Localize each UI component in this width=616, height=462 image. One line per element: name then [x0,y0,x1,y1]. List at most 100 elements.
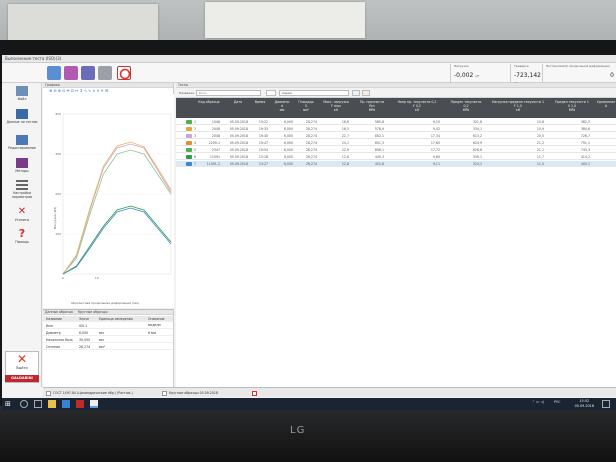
specimen-value: 6,000 [79,331,89,335]
doc-tab-method[interactable]: ГОСТ 1497-84 (Цилиндрические обр.) (Раст… [45,390,133,397]
cell-d: 6,000 [283,162,293,166]
col-code[interactable]: Код образца [198,100,220,104]
doc-tab-series[interactable]: Круглые образцы 05.09.2018 [161,390,218,397]
col-r1[interactable]: Предел текучести 10 1,0 MPa [550,100,594,112]
y-tick-label: 100 [55,232,61,236]
load-readout-unit: кН [475,74,480,78]
cell-r02: 613,2 [472,134,482,138]
sidebar-item-help[interactable]: ? Помощь [4,228,40,244]
col-date[interactable]: Дата [228,100,248,104]
table-row[interactable]: 7 11091-2 05.09.2018 13:27 6,000 28,274 12,8 45… [176,161,616,167]
row-number: 5 [194,148,197,152]
col-rm[interactable]: Пр. прочности Rm MPa [356,100,388,112]
row-number: 4 [194,141,197,145]
doc-tab-extra[interactable] [251,390,261,397]
print-icon[interactable] [352,90,360,96]
active-app-icon[interactable] [90,400,98,408]
cell-f1: 10,8 [536,120,544,124]
cell-rm: 578,9 [374,127,384,131]
col-time[interactable]: Время [250,100,270,104]
windows-taskbar: ⊞ ⌃ ▭ ◁) РУС 15:52 05.09.2018 [2,398,616,410]
sidebar-item-methods[interactable]: Методы [4,158,40,173]
cell-s: 28,274 [305,120,317,124]
table-row[interactable]: 5 2347 05.09.2018 19:54 6,000 28,274 22,9 808,1… [176,147,616,153]
language-indicator[interactable]: РУС [554,400,560,404]
sidebar-item-editing[interactable]: Редактирование [4,135,40,150]
cell-date: 05.09.2018 [229,134,248,138]
clock[interactable]: 15:52 05.09.2018 [575,399,594,408]
sidebar-item-label: Настройки параметров [11,191,33,199]
specimen-value: 28,274 [79,345,91,349]
cell-f02: 9,11 [432,162,440,166]
explorer-icon[interactable] [48,400,56,408]
col-f02[interactable]: Напр пр. текучести 0,2 F 0,2 кН [390,100,444,112]
cell-r02: 339,1 [472,155,482,159]
specimen-panel-header: Данные образца Круглые образцы [43,310,173,315]
sidebar-item-file[interactable]: Файл [4,86,40,101]
cell-code: 11091 [209,155,220,159]
table-row[interactable]: 1 1048 05.09.2018 19:22 6,000 28,274 16,6 585,8… [176,119,616,125]
row-number: 6 [194,155,197,159]
edge-icon[interactable] [62,400,70,408]
specimen-row[interactable]: Начальная база 30,000 мм [43,337,173,343]
cell-date: 05.09.2018 [229,127,248,131]
cell-f1: 21,2 [536,141,544,145]
filter-input[interactable]: Блок [196,90,261,96]
task-view-icon[interactable] [34,400,42,408]
specimen-icon[interactable] [64,66,78,80]
table-row[interactable]: 3 2048 05.09.2018 19:40 6,000 28,274 22,7 802,1… [176,133,616,139]
load-readout-label: Нагрузка [454,64,469,68]
main-toolbar: Нагрузка -0,002 кН Траверса -723,142 мм … [2,63,616,85]
grip-icon[interactable] [81,66,95,80]
zero-icon[interactable] [98,66,112,80]
sidebar-item-settings[interactable]: Настройки параметров [4,180,40,199]
export-icon[interactable] [362,90,370,96]
cell-fmax: 12,6 [341,155,349,159]
row-number: 7 [194,162,197,166]
filter-dropdown[interactable] [266,90,276,96]
specimen-row[interactable]: Имя ISV-1 [43,323,173,329]
specimen-row[interactable]: Диаметр 6,000 мм 6 мм [43,330,173,336]
start-test-icon[interactable] [47,66,61,80]
col-area[interactable]: Площадь Sмм² [295,100,317,112]
cell-rm: 445,3 [374,155,384,159]
series-select[interactable]: Серия [279,90,349,96]
wall-paper-left [8,4,158,40]
tests-panel: Тесты Название Блок Серия Код образца Да… [176,83,616,387]
cell-rm: 851,3 [374,141,384,145]
sidebar-item-label: Файл [17,97,27,101]
cell-f02: 17,72 [430,148,440,152]
table-row[interactable]: 6 11091 05.09.2018 13:18 6,000 28,274 12,6 445,… [176,154,616,160]
specimen-value: ISV-1 [79,324,88,328]
cell-r1: 726,7 [580,134,590,138]
table-row[interactable]: 2 2048 05.09.2018 19:33 6,000 28,274 16,5 578,9… [176,126,616,132]
cell-time: 13:18 [258,155,268,159]
cell-date: 05.09.2018 [229,162,248,166]
col-diameter[interactable]: Диаметр d мм [271,100,293,112]
row-number: 1 [194,120,197,124]
stop-icon[interactable] [117,66,131,80]
cell-rm: 452,8 [374,162,384,166]
sidebar-item-utilities[interactable]: ✕ Утилиты [4,207,40,223]
cell-date: 05.09.2018 [229,141,248,145]
specimen-row[interactable]: Сечение 28,274 мм² [43,344,173,350]
sidebar-item-test-data[interactable]: Данные по тестам [4,109,40,124]
search-icon[interactable] [20,400,28,408]
app-icon[interactable] [76,400,84,408]
windows-start-icon[interactable]: ⊞ [5,400,13,408]
col-r02[interactable]: Предел текучести 0,2 MPa [446,100,486,112]
specimen-type[interactable]: Круглые образцы [78,310,108,314]
cell-time: 19:33 [258,127,268,131]
cell-f1: 10,9 [536,127,544,131]
col-f1[interactable]: Нагрузка предела текучести 1F 1,0 кН [488,100,548,112]
col-fmax[interactable]: Макс. нагрузка F max кН [319,100,353,112]
cell-r02: 321,8 [472,120,482,124]
col-elongation[interactable]: Удлинение A [596,100,616,108]
chart-panel: Графики ⊕⊖⊕⊙✢⊡↔↕∿∿∧∨+☰ 400 300 200 100 0 10 Н… [43,83,174,308]
tray-icons[interactable]: ⌃ ▭ ◁) [532,400,544,404]
table-row[interactable]: 4 2209-1 05.09.2018 19:47 6,000 28,274 24,1 851… [176,140,616,146]
specimen-unit: мм [99,331,104,335]
load-deformation-chart[interactable]: 400 300 200 100 0 10 Нагрузка (кН) Абсолютная… [43,94,174,308]
y-tick-label: 400 [55,112,61,116]
notifications-icon[interactable] [602,400,610,408]
